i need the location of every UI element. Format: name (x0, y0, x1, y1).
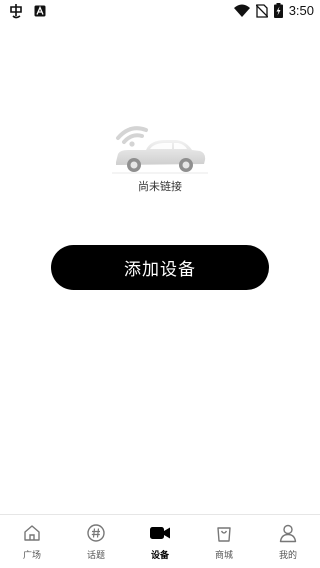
home-icon (21, 522, 43, 544)
tab-devices[interactable]: 设备 (128, 515, 192, 568)
add-device-button[interactable]: 添加设备 (51, 245, 269, 290)
shopping-bag-icon (213, 522, 235, 544)
car-wireless-icon (112, 126, 208, 174)
bottom-tab-bar: 广场 话题 设备 商城 我的 (0, 514, 320, 568)
tab-topics[interactable]: 话题 (64, 515, 128, 568)
status-bar: 3:50 (0, 0, 320, 24)
tab-mall[interactable]: 商城 (192, 515, 256, 568)
video-camera-icon (149, 522, 171, 544)
app-notification-icon (8, 3, 24, 19)
no-sim-icon (255, 3, 268, 18)
tab-label: 设备 (150, 551, 169, 561)
a-notification-icon (34, 5, 46, 17)
tab-label: 广场 (22, 551, 41, 561)
wifi-icon (233, 4, 250, 18)
hashtag-icon (85, 522, 107, 544)
empty-state-message: 尚未链接 (138, 180, 182, 193)
tab-square[interactable]: 广场 (0, 515, 64, 568)
tab-label: 商城 (214, 551, 233, 561)
tab-label: 话题 (86, 551, 105, 561)
tab-me[interactable]: 我的 (256, 515, 320, 568)
tab-label: 我的 (278, 551, 297, 561)
status-time: 3:50 (288, 3, 314, 18)
profile-icon (277, 522, 299, 544)
battery-charging-icon (273, 3, 283, 18)
